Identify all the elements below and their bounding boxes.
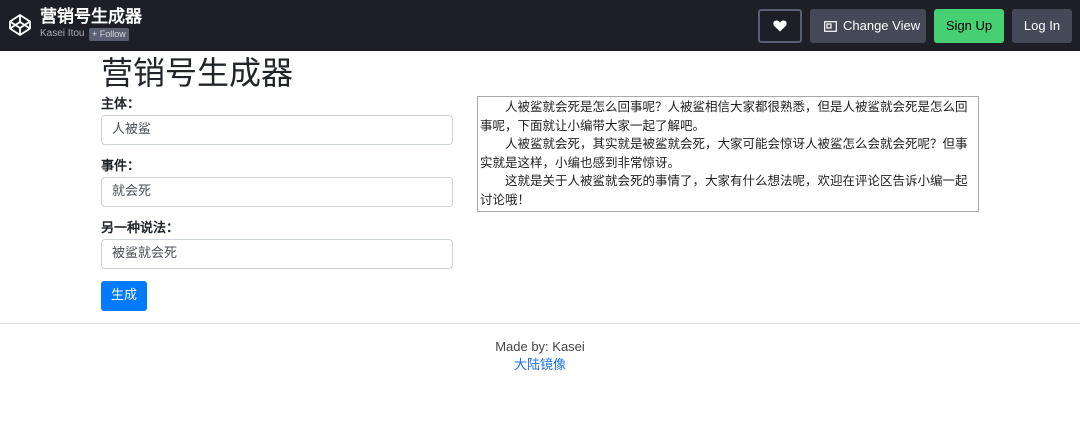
made-by-text: Made by: Kasei [495, 339, 585, 354]
follow-button[interactable]: + Follow [89, 28, 129, 41]
footer-divider [0, 323, 1080, 324]
generated-text-output[interactable]: 人被鲨就会死是怎么回事呢？人被鲨相信大家都很熟悉，但是人被鲨就会死是怎么回事呢，… [477, 96, 979, 212]
log-in-button[interactable]: Log In [1012, 9, 1072, 43]
pen-title: 营销号生成器 [40, 7, 142, 27]
author-link[interactable]: Kasei Itou [40, 28, 84, 40]
top-bar: 营销号生成器 Kasei Itou + Follow Change View S… [0, 0, 1080, 51]
sign-up-button[interactable]: Sign Up [934, 9, 1004, 43]
output-paragraph: 人被鲨就会死，其实就是被鲨就会死，大家可能会惊讶人被鲨怎么会就会死呢？但事实就是… [480, 136, 968, 170]
layout-icon [824, 21, 837, 32]
change-view-label: Change View [843, 18, 921, 33]
alternate-phrase-label: 另一种说法： [101, 221, 180, 236]
codepen-logo-icon[interactable] [8, 13, 32, 37]
heart-icon [773, 20, 787, 32]
page-title: 营销号生成器 [101, 54, 294, 92]
output-paragraph: 这就是关于人被鲨就会死的事情了，大家有什么想法呢，欢迎在评论区告诉小编一起讨论哦… [480, 173, 968, 207]
subject-input[interactable]: 人被鲨 [101, 115, 453, 145]
heart-button[interactable] [758, 9, 802, 43]
output-paragraph: 人被鲨就会死是怎么回事呢？人被鲨相信大家都很熟悉，但是人被鲨就会死是怎么回事呢，… [480, 99, 968, 133]
alternate-phrase-input[interactable]: 被鲨就会死 [101, 239, 453, 269]
event-input[interactable]: 就会死 [101, 177, 453, 207]
subject-label: 主体： [101, 97, 141, 112]
mirror-link[interactable]: 大陆镜像 [0, 358, 1080, 374]
change-view-button[interactable]: Change View [810, 9, 926, 43]
event-label: 事件： [101, 159, 141, 174]
generate-button[interactable]: 生成 [101, 281, 147, 311]
